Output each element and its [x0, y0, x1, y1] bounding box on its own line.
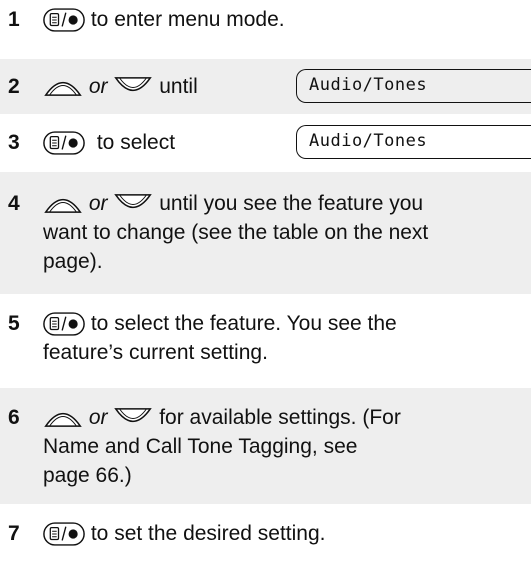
step-number: 7 [8, 522, 20, 545]
scroll-up-icon [43, 74, 83, 99]
step-text: to select the feature. You see the [90, 312, 397, 335]
or-text: or [88, 75, 108, 98]
step-6: 6 or for available settings. (For Name a… [0, 388, 531, 504]
step-number: 1 [8, 8, 20, 31]
step-text-line2: feature’s current setting. [43, 341, 268, 364]
step-1: 1 to enter menu mode. [0, 0, 531, 48]
or-text: or [88, 406, 108, 429]
or-text: or [88, 192, 108, 215]
lcd-display: Audio/Tones [296, 69, 531, 103]
step-number: 6 [8, 406, 20, 429]
step-3: 3 to select Audio/Tones [0, 114, 531, 170]
menu-select-key-icon [43, 131, 85, 155]
step-number: 5 [8, 312, 20, 335]
menu-select-key-icon [43, 8, 85, 32]
step-number: 2 [8, 75, 20, 98]
step-4: 4 or until you see the feature you want … [0, 172, 531, 294]
scroll-down-icon [113, 405, 153, 430]
scroll-down-icon [113, 191, 153, 216]
menu-select-key-icon [43, 522, 85, 546]
step-text-line2: Name and Call Tone Tagging, see [43, 435, 358, 458]
scroll-up-icon [43, 405, 83, 430]
step-2: 2 or until Audio/Tones [0, 59, 531, 114]
step-text: for available settings. (For [159, 406, 401, 429]
step-text: to enter menu mode. [90, 8, 285, 31]
lcd-display: Audio/Tones [296, 125, 531, 159]
step-text: to select [96, 131, 176, 154]
step-7: 7 to set the desired setting. [0, 504, 531, 561]
menu-select-key-icon [43, 312, 85, 336]
step-number: 3 [8, 131, 20, 154]
step-text: to set the desired setting. [90, 522, 326, 545]
step-text-line3: page 66.) [43, 464, 132, 487]
step-text: until you see the feature you [159, 192, 424, 215]
step-text-line2: want to change (see the table on the nex… [43, 221, 429, 244]
step-5: 5 to select the feature. You see the fea… [0, 294, 531, 386]
step-text: until [159, 75, 198, 98]
scroll-up-icon [43, 191, 83, 216]
step-number: 4 [8, 192, 20, 215]
scroll-down-icon [113, 74, 153, 99]
step-text-line3: page). [43, 250, 103, 273]
